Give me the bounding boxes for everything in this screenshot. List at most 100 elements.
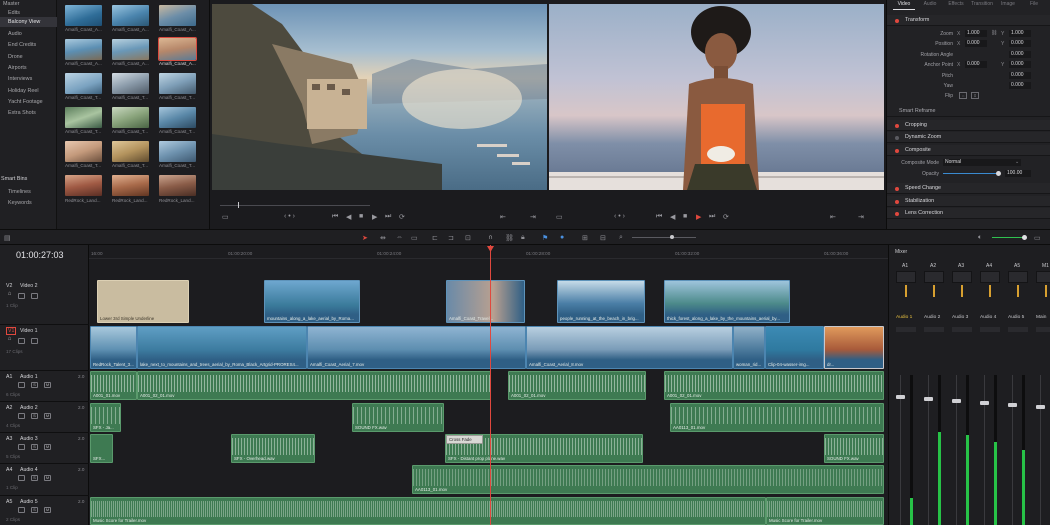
skip-forward-icon[interactable]: ⏭ [385, 213, 391, 221]
bin-airports[interactable]: Airports [8, 65, 27, 71]
clip-thumbnail[interactable] [65, 73, 102, 94]
zoom-slider-handle[interactable] [670, 235, 674, 239]
timeline-loop-icon[interactable]: ⟳ [723, 213, 729, 221]
audio-clip[interactable]: AA0113_01.mov [670, 403, 884, 432]
section-enabled-dot[interactable] [895, 211, 899, 216]
bin-master[interactable]: Master [3, 1, 19, 7]
audio-clip[interactable]: A001_02_01.mov [664, 371, 884, 400]
play-reverse-icon[interactable]: ◀ [346, 213, 351, 221]
skip-back-icon[interactable]: ⏮ [332, 213, 338, 221]
monitor-icon[interactable]: ▭ [1034, 234, 1041, 242]
clip-thumbnail[interactable] [65, 39, 102, 60]
track-header-v2[interactable]: V2 Video 2 ⌂ 1 Clip [0, 280, 89, 325]
audio-clip[interactable]: SFX - Overhead.wav [231, 434, 315, 463]
auto-track-icon[interactable] [18, 444, 25, 450]
section-enabled-dot[interactable] [895, 199, 899, 204]
opacity-slider[interactable] [943, 173, 999, 174]
trim-tool-icon[interactable]: ⇹ [380, 234, 386, 242]
audio-clip[interactable]: A001_02_01.mov [137, 371, 491, 400]
pitch-field[interactable]: 0.000 [1009, 72, 1031, 79]
mixer-channel-input[interactable] [924, 271, 944, 283]
mixer-channel-button[interactable] [896, 327, 916, 332]
smart-bin-keywords[interactable]: Keywords [8, 200, 32, 206]
auto-track-icon[interactable] [18, 475, 25, 481]
lock-icon[interactable]: ⌂ [6, 291, 13, 298]
clip-thumbnail[interactable] [159, 107, 196, 128]
clip-thumbnail[interactable] [65, 5, 102, 26]
mixer-fader-handle[interactable] [952, 399, 961, 403]
mute-button[interactable]: M [44, 475, 51, 481]
position-x-field[interactable]: 0.000 [965, 40, 987, 47]
section-enabled-dot[interactable] [895, 123, 899, 128]
solo-button[interactable]: S [31, 507, 38, 513]
mixer-channel-input[interactable] [980, 271, 1000, 283]
auto-track-icon[interactable] [18, 338, 25, 344]
lock-icon[interactable]: ⌂ [6, 336, 13, 343]
auto-track-icon[interactable] [18, 293, 25, 299]
mixer-channel-input[interactable] [952, 271, 972, 283]
anchor-x-field[interactable]: 0.000 [965, 61, 987, 68]
mixer-channel-button[interactable] [924, 327, 944, 332]
video-clip[interactable]: mountains_along_a_lake_aerial_by_Roma... [264, 280, 360, 323]
track-header-a2[interactable]: A2 Audio 2 2.0 S M 4 Clips [0, 402, 89, 433]
zoom-x-field[interactable]: 1.000 [965, 30, 987, 37]
snapping-icon[interactable]: ∩ [488, 234, 493, 241]
loop-icon[interactable]: ⟳ [399, 213, 405, 221]
video-clip[interactable]: RedRock_Talent_3... [90, 326, 137, 369]
playhead[interactable] [490, 245, 491, 525]
link-icon[interactable]: ⛓ [991, 30, 997, 36]
blade-tool-icon[interactable]: ▭ [411, 234, 418, 242]
match-frame-icon[interactable]: ⇤ [500, 213, 506, 221]
title-clip[interactable]: Lower 3rd Simple Underline [97, 280, 189, 323]
marker-icon[interactable]: ● [560, 234, 564, 241]
overwrite-clip-icon[interactable]: ⊐ [448, 234, 454, 242]
track-header-a4[interactable]: A4 Audio 4 2.0 S M 1 Clip [0, 464, 89, 496]
clip-thumbnail[interactable] [159, 73, 196, 94]
mixer-channel-button[interactable] [1008, 327, 1028, 332]
bin-interviews[interactable]: Interviews [8, 76, 32, 82]
tab-file[interactable]: File [1021, 1, 1047, 7]
viewer-options-icon[interactable]: ▭ [222, 213, 229, 221]
solo-button[interactable]: S [31, 382, 38, 388]
play-icon[interactable]: ▶ [372, 213, 377, 221]
timeline-jog-icon[interactable]: ‹ • › [614, 213, 625, 220]
video-clip[interactable]: Amalfi_Coast_Travel... [446, 280, 525, 323]
mixer-fader-handle[interactable] [980, 401, 989, 405]
solo-button[interactable]: S [31, 475, 38, 481]
rotation-field[interactable]: 0.000 [1009, 51, 1031, 58]
layout-icon[interactable]: ▤ [4, 234, 11, 242]
speed-change-section-header[interactable]: Speed Change [887, 183, 1050, 194]
selected-clip-thumbnail[interactable] [158, 37, 197, 61]
source-playhead[interactable] [238, 202, 239, 208]
timeline-ruler[interactable]: 16:00 01:00:20:00 01:00:24:00 01:00:28:0… [89, 251, 888, 259]
section-disabled-dot[interactable] [895, 135, 899, 140]
tab-transition[interactable]: Transition [969, 1, 995, 7]
smart-bin-timelines[interactable]: Timelines [8, 189, 31, 195]
transform-section-header[interactable]: Transform [887, 15, 1050, 26]
auto-track-icon[interactable] [18, 413, 25, 419]
bin-balcony-view[interactable]: Balcony View [8, 19, 40, 25]
bin-drone[interactable]: Drone [8, 54, 23, 60]
video-clip[interactable]: Amalfi_Coast_Aerial_8.mov [526, 326, 733, 369]
clip-thumbnail[interactable] [65, 141, 102, 162]
bin-end-credits[interactable]: End Credits [8, 42, 36, 48]
mixer-channel-input[interactable] [1036, 271, 1050, 283]
timeline-play-icon[interactable]: ▶ [696, 213, 701, 221]
zoom-icon[interactable]: ⌕ [619, 234, 623, 242]
cropping-section-header[interactable]: Cropping [887, 120, 1050, 131]
timeline-skip-back-icon[interactable]: ⏮ [656, 213, 662, 221]
timeline-play-reverse-icon[interactable]: ◀ [670, 213, 675, 221]
track-header-v1[interactable]: V1 Video 1 ⌂ 17 Clips [0, 325, 89, 371]
clip-thumbnail[interactable] [112, 107, 149, 128]
stabilization-section-header[interactable]: Stabilization [887, 196, 1050, 207]
clip-thumbnail[interactable] [159, 175, 196, 196]
mute-button[interactable]: M [44, 444, 51, 450]
dynamic-zoom-section-header[interactable]: Dynamic Zoom [887, 132, 1050, 143]
section-enabled-dot[interactable] [895, 18, 899, 23]
smart-reframe-section-header[interactable]: Smart Reframe [887, 106, 1050, 117]
clip-thumbnail[interactable] [112, 141, 149, 162]
cross-fade-transition[interactable]: Cross Fade [446, 435, 483, 444]
audio-clip[interactable]: AA0113_01.mov [412, 465, 884, 494]
volume-slider[interactable] [992, 237, 1026, 238]
yaw-field[interactable]: 0.000 [1009, 82, 1031, 89]
